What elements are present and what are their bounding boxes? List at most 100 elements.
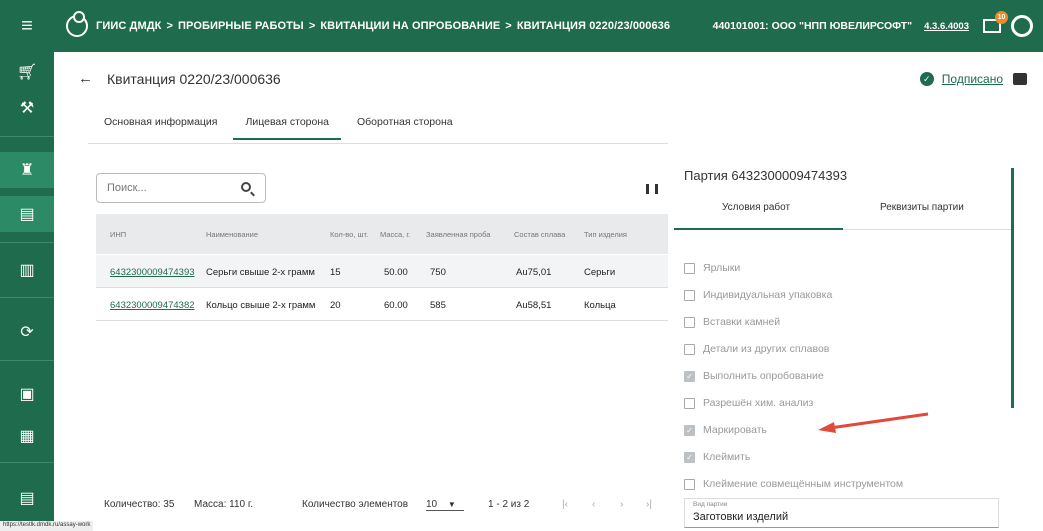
checkbox-chem-analysis[interactable]: Разрешён хим. анализ (684, 397, 813, 409)
column-header-mass[interactable]: Масса, г. (380, 230, 410, 239)
sidebar-sync-icon[interactable]: ⟳ (0, 314, 54, 350)
checkbox-combined-stamping[interactable]: Клеймение совмещённым инструментом (684, 478, 903, 490)
cell-name: Кольцо свыше 2-х грамм (206, 300, 316, 311)
cell-inp[interactable]: 6432300009474382 (110, 300, 195, 311)
logo-icon (66, 11, 88, 37)
checkbox-stone-inserts[interactable]: Вставки камней (684, 316, 780, 328)
sidebar-clipboard-icon[interactable]: ▥ (0, 252, 54, 288)
scrollbar[interactable] (1011, 168, 1014, 408)
sidebar-assay-icon[interactable]: ♜ (0, 152, 54, 188)
checkbox-stamp[interactable]: ✓ Клеймить (684, 451, 750, 463)
column-header-inp[interactable]: ИНП (110, 230, 126, 239)
search-input[interactable]: Поиск... (96, 173, 266, 203)
version-link[interactable]: 4.3.6.4003 (924, 21, 969, 32)
tab-front-side[interactable]: Лицевая сторона (233, 110, 341, 140)
checkbox-box[interactable] (684, 343, 695, 355)
cell-fineness: 585 (430, 300, 446, 311)
checkbox-label: Выполнить опробование (703, 370, 824, 382)
dropdown-arrow-icon: ▼ (447, 500, 456, 509)
main-content: ← Квитанция 0220/23/000636 ✓ Подписано О… (54, 52, 1043, 531)
breadcrumb-item-current: КВИТАНЦИЯ 0220/23/000636 (516, 20, 671, 32)
user-icon[interactable] (1011, 15, 1033, 37)
first-page-icon[interactable]: |‹ (562, 499, 568, 510)
sidebar-file-icon[interactable]: ▤ (0, 480, 54, 516)
last-page-icon[interactable]: ›| (646, 499, 652, 510)
checkbox-box[interactable] (684, 478, 695, 490)
table-row[interactable]: 6432300009474393 Серьги свыше 2-х грамм … (96, 255, 668, 288)
total-mass: Масса: 110 г. (194, 499, 254, 510)
active-tab-indicator (674, 228, 843, 230)
prev-page-icon[interactable]: ‹ (592, 499, 595, 510)
checkbox-label: Детали из других сплавов (703, 343, 830, 355)
sidebar: 🛒︎ ⚒ ♜ ▤ ▥ ⟳ ▣ ▦ ▤ (0, 52, 54, 531)
mail-icon[interactable]: 10 (983, 11, 1008, 33)
cell-mass: 60.00 (384, 300, 408, 311)
checkbox-box[interactable]: ✓ (684, 451, 695, 463)
sidebar-register-icon[interactable]: ▣ (0, 376, 54, 412)
checkbox-individual-packaging[interactable]: Индивидуальная упаковка (684, 289, 832, 301)
cell-quantity: 15 (330, 267, 341, 278)
cell-inp[interactable]: 6432300009474393 (110, 267, 195, 278)
tab-batch-details[interactable]: Реквизиты партии (880, 202, 964, 213)
tab-back-side[interactable]: Оборотная сторона (345, 110, 465, 140)
checkbox-mark[interactable]: ✓ Маркировать (684, 424, 767, 436)
page-title: Квитанция 0220/23/000636 (107, 70, 281, 87)
annotation-arrow (818, 412, 929, 433)
batch-type-value: Заготовки изделий (693, 511, 789, 523)
checkbox-other-alloy-parts[interactable]: Детали из других сплавов (684, 343, 829, 355)
breadcrumb-item-home[interactable]: ГИИС ДМДК (96, 20, 162, 32)
sidebar-cart-icon[interactable]: 🛒︎ (0, 54, 54, 90)
search-icon[interactable] (241, 182, 251, 192)
cell-name: Серьги свыше 2-х грамм (206, 267, 315, 278)
tabs-divider (88, 143, 668, 144)
cell-mass: 50.00 (384, 267, 408, 278)
tab-bar: Основная информация Лицевая сторона Обор… (92, 110, 469, 140)
batch-title: Партия 6432300009474393 (684, 168, 848, 183)
cell-type: Кольца (584, 300, 616, 311)
column-header-declared-fineness[interactable]: Заявленная проба (426, 230, 490, 239)
hamburger-menu-icon[interactable]: ≡ (0, 0, 54, 52)
column-header-type[interactable]: Тип изделия (584, 230, 627, 239)
items-per-page-select[interactable]: 10 ▼ (426, 499, 464, 511)
breadcrumb-separator: > (166, 20, 174, 32)
column-header-quantity[interactable]: Кол-во, шт. (330, 230, 368, 239)
top-bar: ≡ ГИИС ДМДК > ПРОБИРНЫЕ РАБОТЫ > КВИТАНЦ… (0, 0, 1043, 52)
column-header-alloy[interactable]: Состав сплава (514, 230, 565, 239)
back-arrow-icon[interactable]: ← (78, 70, 93, 87)
batch-type-field[interactable]: Вид партии Заготовки изделий (684, 498, 999, 528)
print-icon[interactable] (1013, 73, 1027, 85)
checkbox-box[interactable]: ✓ (684, 370, 695, 382)
checkbox-box[interactable]: ✓ (684, 424, 695, 436)
table-row[interactable]: 6432300009474382 Кольцо свыше 2-х грамм … (96, 288, 668, 321)
column-header-name[interactable]: Наименование (206, 230, 258, 239)
cell-alloy: Au58,51 (516, 300, 552, 311)
tab-work-conditions[interactable]: Условия работ (722, 202, 790, 213)
checkbox-box[interactable] (684, 289, 695, 301)
sidebar-tools-icon[interactable]: ⚒ (0, 90, 54, 126)
sidebar-report-icon[interactable]: ▦ (0, 418, 54, 454)
breadcrumb: ГИИС ДМДК > ПРОБИРНЫЕ РАБОТЫ > КВИТАНЦИИ… (96, 20, 670, 32)
cell-alloy: Au75,01 (516, 267, 552, 278)
breadcrumb-item-assay-work[interactable]: ПРОБИРНЫЕ РАБОТЫ (178, 20, 304, 32)
status-url: https://testlk.dmdk.ru/assay-work (0, 521, 94, 531)
checkbox-box[interactable] (684, 262, 695, 274)
checkbox-perform-assay[interactable]: ✓ Выполнить опробование (684, 370, 824, 382)
checkbox-label: Вставки камней (703, 316, 781, 328)
checkbox-label: Индивидуальная упаковка (703, 289, 833, 301)
organization-label[interactable]: 440101001: ООО "НПП ЮВЕЛИРСОФТ" (713, 20, 912, 32)
breadcrumb-separator: > (308, 20, 316, 32)
mail-badge: 10 (995, 11, 1008, 24)
column-settings-icon[interactable] (646, 184, 658, 194)
next-page-icon[interactable]: › (620, 499, 623, 510)
checkbox-box[interactable] (684, 397, 695, 409)
tab-main-info[interactable]: Основная информация (92, 110, 229, 140)
cell-type: Серьги (584, 267, 616, 278)
checkbox-labels[interactable]: Ярлыки (684, 262, 740, 274)
signed-link[interactable]: Подписано (942, 72, 1003, 86)
breadcrumb-item-receipts[interactable]: КВИТАНЦИИ НА ОПРОБОВАНИЕ (320, 20, 500, 32)
checkbox-box[interactable] (684, 316, 695, 328)
sidebar-document-icon[interactable]: ▤ (0, 196, 54, 232)
total-count: Количество: 35 (104, 499, 175, 510)
sidebar-divider (0, 297, 54, 298)
signed-status: ✓ Подписано (919, 72, 1027, 86)
